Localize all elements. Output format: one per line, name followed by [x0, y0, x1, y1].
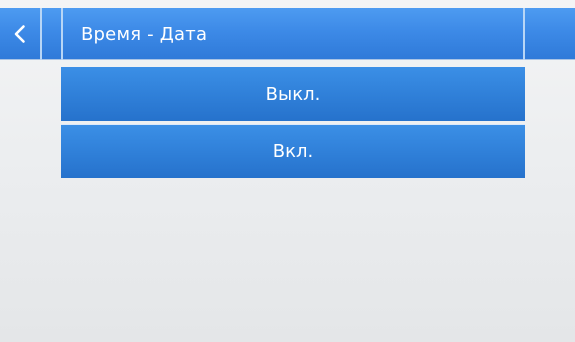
back-button[interactable]	[0, 8, 42, 60]
page-title-cell: Время - Дата	[61, 8, 525, 60]
screen: Время - Дата Выкл. Вкл.	[0, 0, 575, 342]
page-title: Время - Дата	[81, 23, 208, 45]
options-list: Выкл. Вкл.	[61, 67, 525, 178]
chevron-left-icon	[14, 25, 25, 43]
top-bar: Время - Дата	[0, 8, 575, 60]
header-right-panel	[525, 8, 575, 60]
option-on-button[interactable]: Вкл.	[61, 124, 525, 178]
option-off-button[interactable]: Выкл.	[61, 67, 525, 121]
